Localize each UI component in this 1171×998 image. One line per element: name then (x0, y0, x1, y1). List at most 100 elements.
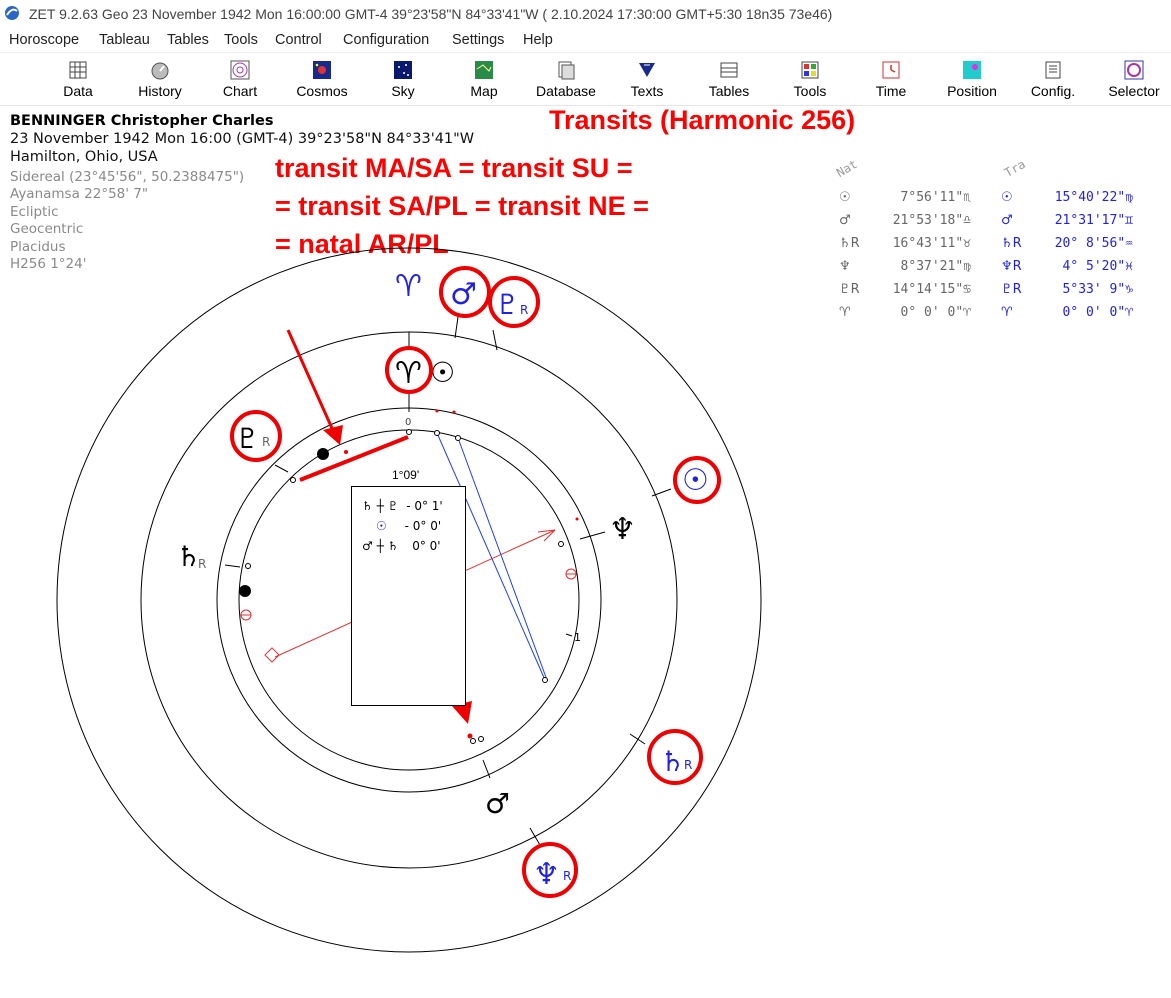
history-icon (151, 62, 169, 80)
dot-marker (478, 736, 484, 742)
annotation-title: Transits (Harmonic 256) (549, 105, 856, 135)
annotation-line-2: = transit SA/PL = transit NE = (275, 191, 649, 221)
toolbar-tools-button[interactable]: Tools (770, 57, 850, 103)
transit-header: Tra (1002, 157, 1028, 180)
natal-point-black (239, 585, 251, 597)
toolbar-selector-button[interactable]: Selector (1094, 57, 1171, 103)
highlight-circle (488, 276, 540, 328)
position-row: ♆ 8°37'21"♍ ♆R 4° 5'20"♓ (839, 259, 1133, 274)
sun-inner-glyph: ☉ (430, 356, 455, 389)
position-row: ♇R 14°14'15"♋ ♇R 5°33' 9"♑ (839, 282, 1133, 297)
data-icon (69, 61, 87, 79)
toolbar-chart-button[interactable]: Chart (200, 57, 280, 103)
tick-pluto-inner (274, 464, 289, 473)
tick-neptune-outer (529, 827, 541, 846)
toolbar-sky-button[interactable]: Sky (363, 57, 443, 103)
tick-saturn-inner (224, 564, 241, 568)
toolbar-history-button[interactable]: History (120, 57, 200, 103)
aspect-row: ♂ ┼ ♄ 0° 0' (362, 539, 441, 553)
mars-inner-glyph: ♂ (485, 787, 510, 820)
menu-settings[interactable]: Settings (452, 32, 504, 48)
aries-outer-glyph: ♈ (395, 269, 422, 304)
cosmos-icon (313, 61, 331, 79)
saturn-inner-retro: R (198, 557, 206, 571)
red-open-circle (565, 568, 577, 580)
position-icon (963, 61, 981, 79)
toolbar-data-button[interactable]: Data (38, 57, 118, 103)
map-icon (475, 61, 493, 79)
aspect-row: ☉ - 0° 0' (376, 519, 442, 533)
red-marker (467, 733, 473, 739)
menu-configuration[interactable]: Configuration (343, 32, 429, 48)
dot-marker (245, 563, 251, 569)
annotation-arrowhead (323, 425, 343, 445)
tick-mars-inner (482, 759, 491, 779)
person-name: BENNINGER Christopher Charles (10, 113, 274, 129)
saturn-outer-glyph: ♄ (660, 745, 685, 778)
toolbar-cosmos-button[interactable]: Cosmos (282, 57, 362, 103)
highlight-circle (439, 266, 491, 318)
dot-marker (290, 477, 296, 483)
inner-zero-label: 0 (405, 417, 411, 428)
title-bar: ZET 9.2.63 Geo 23 November 1942 Mon 16:0… (0, 0, 1171, 30)
position-row: ♂ 21°53'18"♎ ♂ 21°31'17"♊ (839, 213, 1133, 228)
dot-marker (558, 541, 564, 547)
tick-saturn-outer (629, 733, 646, 745)
neptune-inner-glyph: ♆ (609, 512, 636, 547)
menu-tables[interactable]: Tables (167, 32, 209, 48)
red-marker (435, 409, 439, 413)
database-icon (558, 61, 575, 80)
saturn-inner-glyph: ♄ (176, 540, 201, 573)
time-icon (882, 61, 900, 79)
toolbar-config-button[interactable]: Config. (1013, 57, 1093, 103)
dot-marker (434, 430, 440, 436)
pluto-outer-retro: R (520, 303, 528, 317)
window-title: ZET 9.2.63 Geo 23 November 1942 Mon 16:0… (29, 6, 833, 22)
annotation-line-3: = natal AR/PL (275, 229, 449, 259)
menu-horoscope[interactable]: Horoscope (9, 32, 79, 48)
position-row: ☉ 7°56'11"♏ ☉ 15°40'22"♍ (839, 190, 1133, 205)
mars-outer-glyph: ♂ (450, 277, 477, 312)
red-marker (575, 517, 579, 521)
menu-bar: Horoscope Tableau Tables Tools Control C… (0, 30, 1171, 53)
aspect-line-blue-2 (457, 437, 548, 681)
toolbar-map-button[interactable]: Map (444, 57, 524, 103)
chart-icon (230, 60, 250, 80)
natal-point-black (317, 448, 329, 460)
natal-header: Nat (834, 157, 860, 180)
toolbar-texts-button[interactable]: Texts (607, 57, 687, 103)
saturn-outer-retro: R (684, 758, 692, 772)
menu-control[interactable]: Control (275, 32, 322, 48)
tick-neptune-inner (579, 531, 606, 540)
pluto-outer-glyph: ♇ (495, 288, 520, 321)
red-marker (344, 450, 348, 454)
toolbar-time-button[interactable]: Time (851, 57, 931, 103)
tick-pluto-outer (492, 329, 498, 351)
texts-icon (639, 63, 655, 77)
highlight-circle (230, 410, 282, 462)
toolbar-database-button[interactable]: Database (526, 57, 606, 103)
inner-one-label: 1 (574, 631, 581, 644)
selector-icon (1124, 60, 1144, 80)
highlight-circle (385, 346, 433, 394)
dot-marker (455, 435, 461, 441)
red-marker (452, 410, 456, 414)
toolbar-position-button[interactable]: Position (932, 57, 1012, 103)
position-row: ♄R 16°43'11"♉ ♄R 20° 8'56"♒ (839, 236, 1133, 251)
aspect-row: ♄ ┼ ♇ - 0° 1' (362, 499, 443, 513)
aspect-diamond (264, 647, 280, 663)
dot-marker (470, 738, 476, 744)
annotation-line-1: transit MA/SA = transit SU = (275, 153, 633, 183)
orb-label: 1°09' (392, 468, 420, 482)
tools-icon (801, 61, 819, 79)
pluto-inner-retro: R (262, 435, 270, 449)
neptune-outer-glyph: ♆ (533, 857, 560, 892)
highlight-circle (647, 729, 703, 785)
menu-tools[interactable]: Tools (224, 32, 258, 48)
highlight-circle (522, 842, 578, 898)
dot-marker (542, 677, 548, 683)
menu-help[interactable]: Help (523, 32, 553, 48)
pluto-inner-glyph: ♇ (235, 422, 260, 455)
toolbar-tables-button[interactable]: Tables (689, 57, 769, 103)
menu-tableau[interactable]: Tableau (99, 32, 150, 48)
